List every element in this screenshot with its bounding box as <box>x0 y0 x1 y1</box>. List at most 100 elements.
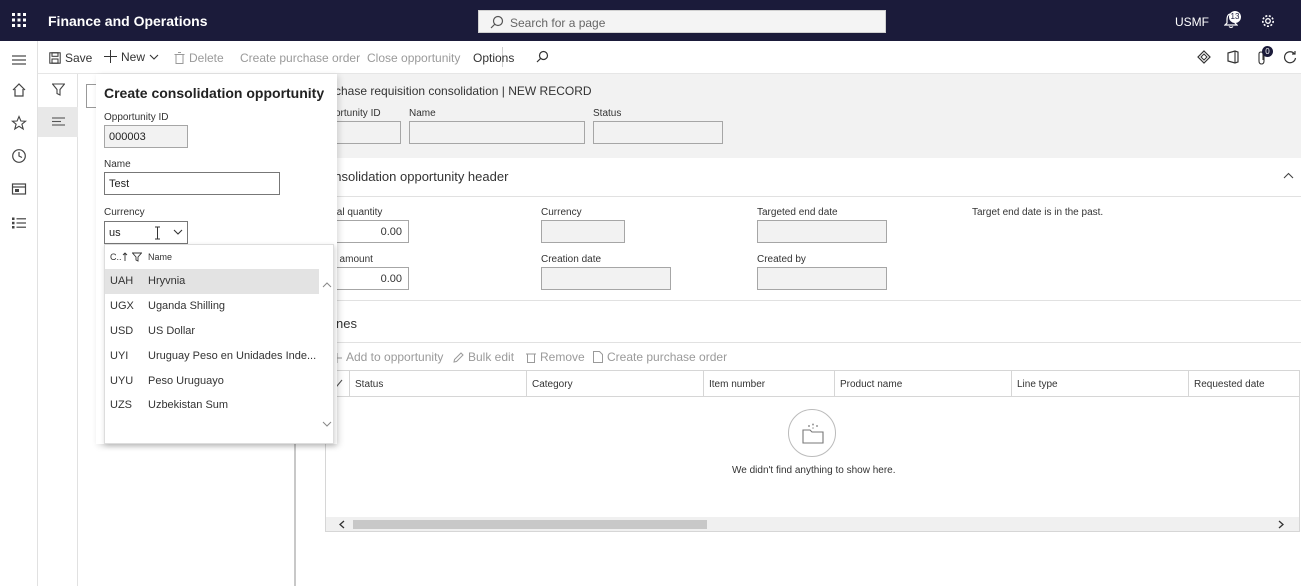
document-icon <box>593 351 603 363</box>
lines-create-po-label: Create purchase order <box>607 350 728 364</box>
column-header-status[interactable]: Status <box>350 371 527 397</box>
scroll-right-arrow-icon[interactable] <box>1278 520 1285 529</box>
filter-funnel-icon[interactable] <box>132 252 142 262</box>
main-form: chase requisition consolidation | NEW RE… <box>318 74 1301 586</box>
empty-state-message: We didn't find anything to show here. <box>732 465 896 476</box>
workspaces-icon[interactable] <box>11 181 27 197</box>
total-quantity-field[interactable]: 0.00 <box>332 220 409 243</box>
created-by-field[interactable] <box>757 267 887 290</box>
trash-icon <box>174 52 185 64</box>
section-divider <box>326 300 1301 301</box>
lines-section-title[interactable]: nes <box>336 316 357 331</box>
create-purchase-order-button[interactable]: Create purchase order <box>240 51 360 65</box>
dialog-currency-combobox[interactable]: us <box>104 221 188 244</box>
lookup-header: C.. Name <box>105 245 333 269</box>
options-tab[interactable]: Options <box>473 51 514 65</box>
column-header-requested-date[interactable]: Requested date <box>1189 371 1299 397</box>
hamburger-menu-icon[interactable] <box>11 52 27 68</box>
list-item[interactable]: UGX Uganda Shilling <box>105 294 319 319</box>
targeted-end-date-field[interactable] <box>757 220 887 243</box>
favorites-star-icon[interactable] <box>11 115 27 131</box>
bulk-edit-button[interactable]: Bulk edit <box>453 350 514 364</box>
home-icon[interactable] <box>11 82 27 98</box>
lookup-vertical-scrollbar[interactable] <box>321 269 333 443</box>
currency-field[interactable] <box>541 220 625 243</box>
scroll-up-arrow-icon[interactable] <box>322 281 332 288</box>
name-label: Name <box>409 108 436 119</box>
list-item[interactable]: USD US Dollar <box>105 319 319 344</box>
page-search-box[interactable]: Search for a page <box>478 10 886 33</box>
currency-name: Uganda Shilling <box>148 300 226 312</box>
currency-code: UGX <box>110 300 134 312</box>
delete-button[interactable]: Delete <box>174 51 224 65</box>
bulk-edit-label: Bulk edit <box>468 350 515 364</box>
target-date-warning: Target end date is in the past. <box>972 207 1104 218</box>
top-bar: Finance and Operations Search for a page… <box>0 0 1301 41</box>
column-header-product-name[interactable]: Product name <box>835 371 1012 397</box>
recent-clock-icon[interactable] <box>11 148 27 164</box>
opportunity-id-field[interactable] <box>332 121 401 144</box>
lines-create-purchase-order-button[interactable]: Create purchase order <box>593 350 727 364</box>
office-icon[interactable] <box>1227 50 1239 64</box>
chevron-up-icon[interactable] <box>1283 172 1294 179</box>
power-apps-diamond-icon[interactable] <box>1197 50 1211 64</box>
status-label: Status <box>593 108 622 119</box>
action-pane: Save New Delete Create purchase order Cl… <box>38 41 1301 74</box>
list-item[interactable]: UYI Uruguay Peso en Unidades Inde... <box>105 344 319 369</box>
column-header-category[interactable]: Category <box>527 371 704 397</box>
currency-name: Uzbekistan Sum <box>148 399 229 411</box>
creation-date-field[interactable] <box>541 267 671 290</box>
amount-field[interactable]: 0.00 <box>332 267 409 290</box>
column-header-line-type[interactable]: Line type <box>1012 371 1189 397</box>
list-item[interactable]: UAH Hryvnia <box>105 269 319 294</box>
column-header-item-number[interactable]: Item number <box>704 371 835 397</box>
chevron-down-icon[interactable] <box>173 229 183 236</box>
remove-label: Remove <box>540 350 585 364</box>
status-field[interactable] <box>593 121 723 144</box>
lookup-column-name[interactable]: Name <box>148 252 172 262</box>
settings-gear-icon[interactable] <box>1261 14 1275 28</box>
currency-code: UZS <box>110 399 132 411</box>
refresh-icon[interactable] <box>1283 50 1297 64</box>
name-field[interactable] <box>409 121 585 144</box>
remove-button[interactable]: Remove <box>526 350 585 364</box>
delete-label: Delete <box>189 51 224 65</box>
new-label: New <box>121 50 146 64</box>
close-opportunity-button[interactable]: Close opportunity <box>367 51 460 65</box>
app-launcher-icon[interactable] <box>12 13 26 27</box>
company-picker[interactable]: USMF <box>1175 15 1209 29</box>
new-button[interactable]: New <box>104 50 163 64</box>
modules-list-icon[interactable] <box>11 215 27 231</box>
scroll-left-arrow-icon[interactable] <box>338 520 345 529</box>
dialog-name-field[interactable]: Test <box>104 172 280 195</box>
currency-code: UYU <box>110 375 134 387</box>
find-search-icon[interactable] <box>536 50 549 63</box>
list-item[interactable]: UYU Peso Uruguayo <box>105 369 319 394</box>
plus-icon <box>104 50 117 63</box>
list-view-toggle[interactable] <box>38 107 78 137</box>
sort-ascending-arrow-icon[interactable] <box>122 252 128 262</box>
header-section-title[interactable]: onsolidation opportunity header <box>327 169 508 184</box>
scroll-down-arrow-icon[interactable] <box>322 421 332 428</box>
record-header-band: chase requisition consolidation | NEW RE… <box>318 74 1301 158</box>
dialog-currency-label: Currency <box>104 207 145 218</box>
notification-count-badge: 13 <box>1229 11 1241 23</box>
save-button[interactable]: Save <box>49 51 92 65</box>
currency-name: Peso Uruguayo <box>148 375 224 387</box>
lookup-column-code[interactable]: C.. <box>110 252 122 262</box>
app-title[interactable]: Finance and Operations <box>48 13 207 29</box>
search-placeholder: Search for a page <box>510 16 606 30</box>
currency-label: Currency <box>541 207 582 218</box>
navigation-pane <box>0 41 38 586</box>
horizontal-scrollbar[interactable] <box>326 517 1299 531</box>
add-to-opportunity-button[interactable]: Add to opportunity <box>332 350 443 364</box>
creation-date-label: Creation date <box>541 254 602 265</box>
search-icon <box>490 15 504 29</box>
currency-code: USD <box>110 325 134 337</box>
filter-funnel-icon[interactable] <box>52 83 65 96</box>
list-item[interactable]: UZS Uzbekistan Sum <box>105 393 319 418</box>
dialog-opportunity-id-field[interactable]: 000003 <box>104 125 188 148</box>
save-icon <box>49 52 61 64</box>
dialog-opportunity-id-label: Opportunity ID <box>104 112 169 123</box>
scrollbar-thumb[interactable] <box>353 520 707 529</box>
